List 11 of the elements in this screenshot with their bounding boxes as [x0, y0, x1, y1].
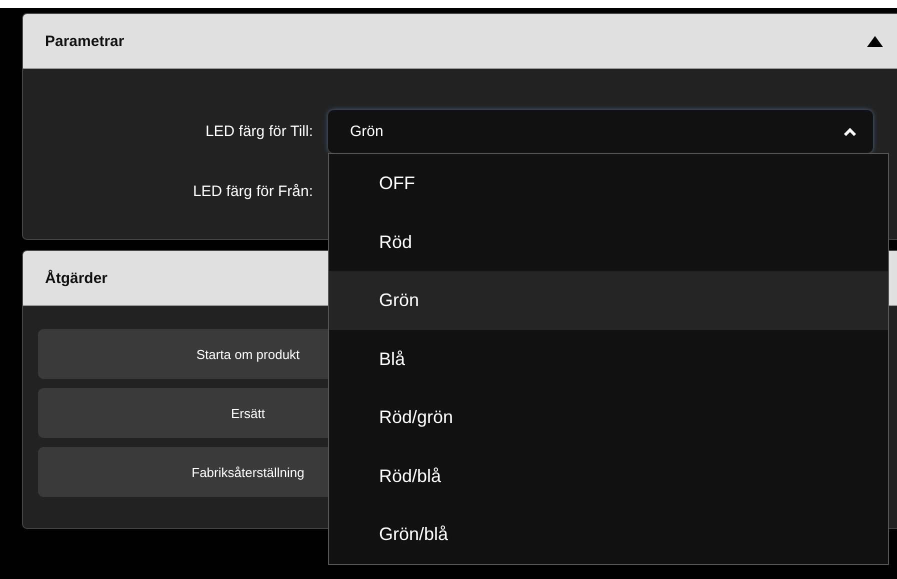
- panel-header[interactable]: Parametrar: [23, 14, 897, 69]
- field-label: LED färg för Till:: [204, 122, 313, 140]
- chevron-icon: [843, 126, 857, 136]
- field-label: LED färg för Från:: [192, 182, 313, 200]
- panel-title: Åtgärder: [45, 270, 108, 286]
- dropdown-option[interactable]: Röd: [329, 212, 888, 271]
- dropdown-option[interactable]: OFF: [329, 154, 888, 212]
- dropdown-option[interactable]: Grön/blå: [329, 505, 888, 564]
- select-field[interactable]: Grön: [328, 110, 873, 152]
- panel-title: Parametrar: [45, 32, 124, 50]
- dropdown-option[interactable]: Grön: [329, 271, 888, 330]
